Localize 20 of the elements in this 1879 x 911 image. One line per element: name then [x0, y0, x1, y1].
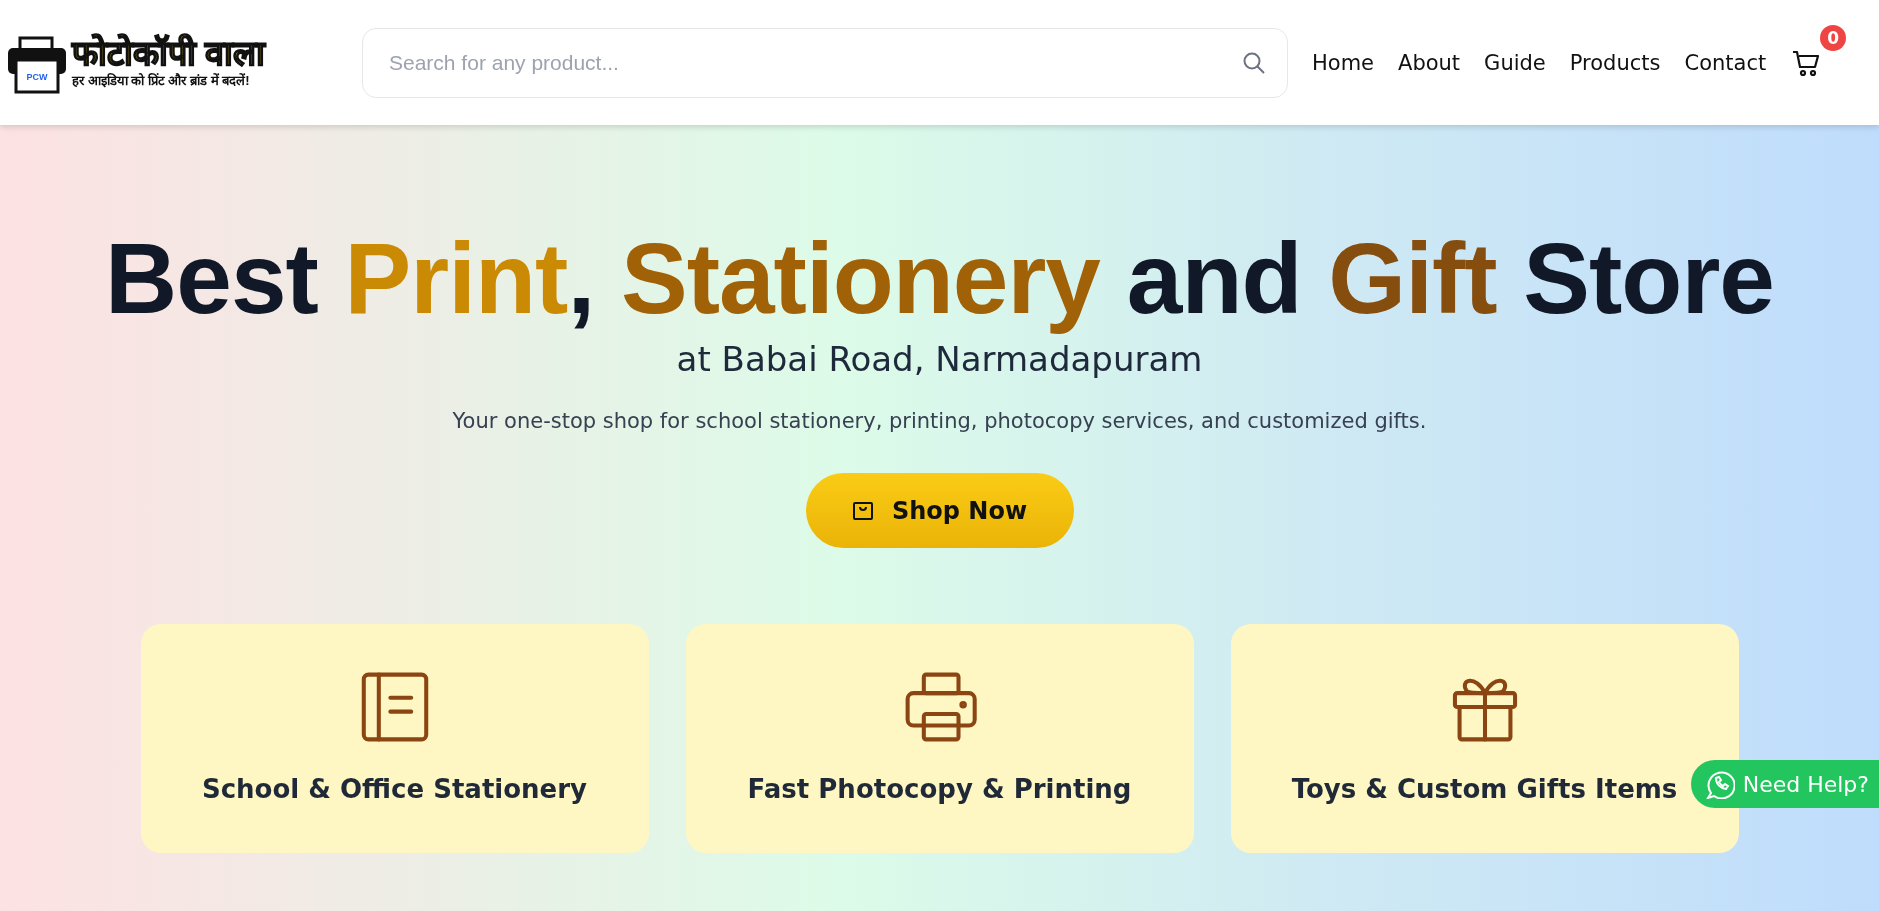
hero-subtitle: at Babai Road, Narmadapuram: [676, 339, 1203, 379]
cart-icon[interactable]: [1792, 48, 1821, 77]
chat-phone-icon: [1704, 769, 1735, 799]
nav-link[interactable]: Contact: [1684, 50, 1767, 75]
search-icon: [1242, 50, 1266, 75]
cart-count-badge: 0: [1820, 24, 1847, 51]
nav-link[interactable]: Guide: [1484, 50, 1546, 75]
shop-now-button[interactable]: Shop Now: [805, 473, 1074, 548]
logo-title: फोटोकॉपी वाला: [72, 35, 266, 72]
search-field[interactable]: Search for any product...: [362, 27, 1288, 98]
nav-link[interactable]: Products: [1569, 50, 1661, 75]
nav-link[interactable]: About: [1398, 50, 1461, 75]
shopping-bag-icon: [851, 499, 874, 522]
feature-title: School & Office Stationery: [201, 774, 588, 804]
nav-link[interactable]: Home: [1312, 50, 1374, 75]
logo-tagline: हर आइडिया को प्रिंट और ब्रांड में बदलें!: [72, 72, 251, 90]
hero-title: Best Print, Stationery and Gift Store: [105, 223, 1774, 333]
feature-title: Toys & Custom Gifts Items: [1291, 774, 1678, 804]
feature-title: Fast Photocopy & Printing: [747, 774, 1132, 804]
hero-description: Your one-stop shop for school stationery, printing, photocopy services, and customized gifts.: [452, 409, 1427, 433]
